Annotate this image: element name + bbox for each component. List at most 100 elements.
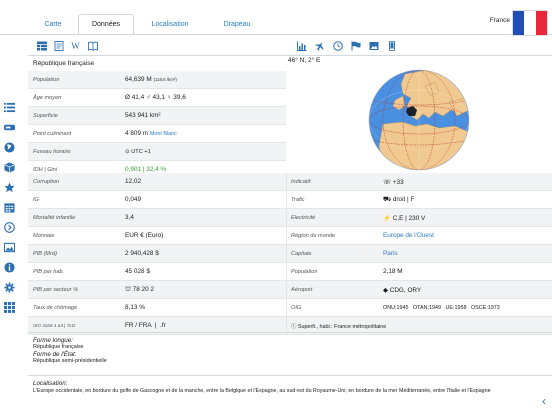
row-value: ☏ +33 <box>383 178 404 186</box>
row-label: Taux de chômage <box>33 304 78 311</box>
row-mortalite[interactable]: Mortalité infantile 3,4 <box>28 209 286 227</box>
row-value: ⊙ UTC +1 <box>125 149 151 155</box>
row-label: ISO 3166-1 a3 | TLD <box>33 323 76 328</box>
row-value: 64,639 M (118,6 /km²) <box>125 76 177 83</box>
population-density: (118,6 /km²) <box>153 77 177 82</box>
capital-link[interactable]: Paris <box>383 250 398 257</box>
row-point-culminant[interactable]: Point culminant 4 809 m Mont Blanc <box>28 125 286 143</box>
population-value: 64,639 M <box>125 76 152 83</box>
row-value: EUR € (Euro) <box>125 232 164 239</box>
row-label: Trafic <box>291 196 305 203</box>
left-sidebar <box>0 97 18 317</box>
country-name: France <box>489 17 510 24</box>
row-value: ⚡ C,E | 230 V <box>383 214 425 222</box>
row-label: IG <box>33 196 39 203</box>
airplane-icon[interactable] <box>314 40 325 51</box>
tag-icon: ◆ <box>383 286 388 294</box>
row-population[interactable]: Population 64,639 M (118,6 /km²) <box>28 71 286 89</box>
row-label: Corruption <box>33 178 60 185</box>
row-value: 12,02 <box>125 178 141 185</box>
row-value: ⓘ Superfi., habi.: France métropolitaine <box>291 322 386 330</box>
grid-icon[interactable] <box>0 297 18 317</box>
row-electricite[interactable]: Electricité ⚡ C,E | 230 V <box>286 209 552 227</box>
region-link[interactable]: Europe de l'Ouest <box>383 232 434 239</box>
drive-icon[interactable] <box>0 117 18 137</box>
row-value: Ø 41,4 ♂ 43,1 ♀ 39,6 <box>125 94 186 101</box>
back-chevron-icon[interactable]: ‹ <box>542 394 546 408</box>
bar-chart-icon[interactable] <box>296 40 307 51</box>
tab-bar: Carte Données Localisation Drapeau <box>28 14 268 34</box>
row-indicatif[interactable]: Indicatif ☏ +33 <box>286 173 552 191</box>
row-fuseau[interactable]: Fuseau horaire ⊙ UTC +1 <box>28 143 286 161</box>
row-capital-population[interactable]: Population 2,18 M <box>286 263 552 281</box>
row-oig[interactable]: OIG ONU:1945 OTAN:1949 UE:1958 OSCE:1973 <box>286 299 552 317</box>
forme-etat-label: Forme de l'État: <box>33 351 77 358</box>
globe-icon[interactable] <box>0 137 18 157</box>
table-icon[interactable] <box>36 40 47 51</box>
altitude-value: 4 809 m <box>125 130 149 137</box>
gear-icon[interactable] <box>0 277 18 297</box>
phone-icon[interactable] <box>386 40 397 51</box>
row-label: IDH | Gini <box>33 166 58 173</box>
star-icon[interactable] <box>0 177 18 197</box>
phone-icon: ☏ <box>383 178 391 186</box>
electricity-value: C,E | 230 V <box>392 214 426 222</box>
area-note: Superfi., habi.: France métropolitaine <box>297 323 387 330</box>
flag-icon[interactable] <box>350 40 361 51</box>
info-toolbar <box>296 40 397 51</box>
list-icon[interactable] <box>0 97 18 117</box>
chevron-circle-icon[interactable] <box>0 217 18 237</box>
globe-map[interactable] <box>286 66 552 174</box>
full-name: République française <box>33 60 95 67</box>
row-trafic[interactable]: Trafic ⛟ droit | F <box>286 191 552 209</box>
row-label: Superficie <box>33 112 58 119</box>
tab-donnees[interactable]: Données <box>78 14 134 34</box>
tab-carte[interactable]: Carte <box>28 14 78 34</box>
row-label: Population <box>33 76 60 83</box>
clock-icon[interactable] <box>332 40 343 51</box>
row-value: FR / FRA | .fr <box>125 322 166 329</box>
row-ig[interactable]: IG 0,049 <box>28 191 286 209</box>
row-pib-hab[interactable]: PIB par hab. 45 028 $ <box>28 263 286 281</box>
row-superficie[interactable]: Superficie 543 941 km² <box>28 107 286 125</box>
row-capitale[interactable]: Capitale Paris <box>286 245 552 263</box>
forme-section: Forme longue: République française Forme… <box>28 332 552 369</box>
tab-localisation[interactable]: Localisation <box>134 14 206 34</box>
picture-icon[interactable] <box>368 40 379 51</box>
tab-drapeau[interactable]: Drapeau <box>206 14 268 34</box>
row-label: PIB par hab. <box>33 268 65 275</box>
row-monnaie[interactable]: Monnaie EUR € (Euro) <box>28 227 286 245</box>
info-icon: ⓘ <box>291 323 297 330</box>
flag-stripe-blue <box>513 11 525 35</box>
info-icon[interactable] <box>0 257 18 277</box>
mont-blanc-link[interactable]: Mont Blanc <box>150 131 177 137</box>
row-label: Electricité <box>291 214 316 221</box>
column-divider <box>286 173 287 335</box>
image-icon[interactable] <box>0 237 18 257</box>
forme-etat-value: République semi-présidentielle <box>33 358 107 364</box>
row-region[interactable]: Région du monde Europe de l'Ouest <box>286 227 552 245</box>
country-flag[interactable] <box>512 10 548 36</box>
row-label: OIG <box>291 304 302 311</box>
row-aeroport[interactable]: Aéroport ◆ CDG, ORY <box>286 281 552 299</box>
dialing-code: +33 <box>392 178 404 186</box>
row-corruption[interactable]: Corruption 12,02 <box>28 173 286 191</box>
row-chomage[interactable]: Taux de chômage 8,13 % <box>28 299 286 317</box>
row-value: 2 940,428 $ <box>125 250 159 257</box>
document-icon[interactable] <box>53 40 64 51</box>
localisation-label: Localisation: <box>33 380 68 387</box>
flag-stripe-white <box>524 11 536 35</box>
row-pib-secteur[interactable]: PIB par secteur % ⛫ 78 20 2 <box>28 281 286 299</box>
factory-icon: ⛫ <box>125 286 131 293</box>
row-value: 3,4 <box>125 214 134 221</box>
row-pib[interactable]: PIB (Mrd) 2 940,428 $ <box>28 245 286 263</box>
wikipedia-icon[interactable]: W <box>70 40 81 51</box>
calendar-icon[interactable] <box>0 197 18 217</box>
row-age[interactable]: Âge moyen Ø 41,4 ♂ 43,1 ♀ 39,6 <box>28 89 286 107</box>
row-label: Population <box>291 268 318 275</box>
book-icon[interactable] <box>87 40 98 51</box>
row-label: Région du monde <box>291 232 336 239</box>
cube-icon[interactable] <box>0 157 18 177</box>
row-value: 45 028 $ <box>125 268 150 275</box>
row-label: PIB (Mrd) <box>33 250 57 257</box>
